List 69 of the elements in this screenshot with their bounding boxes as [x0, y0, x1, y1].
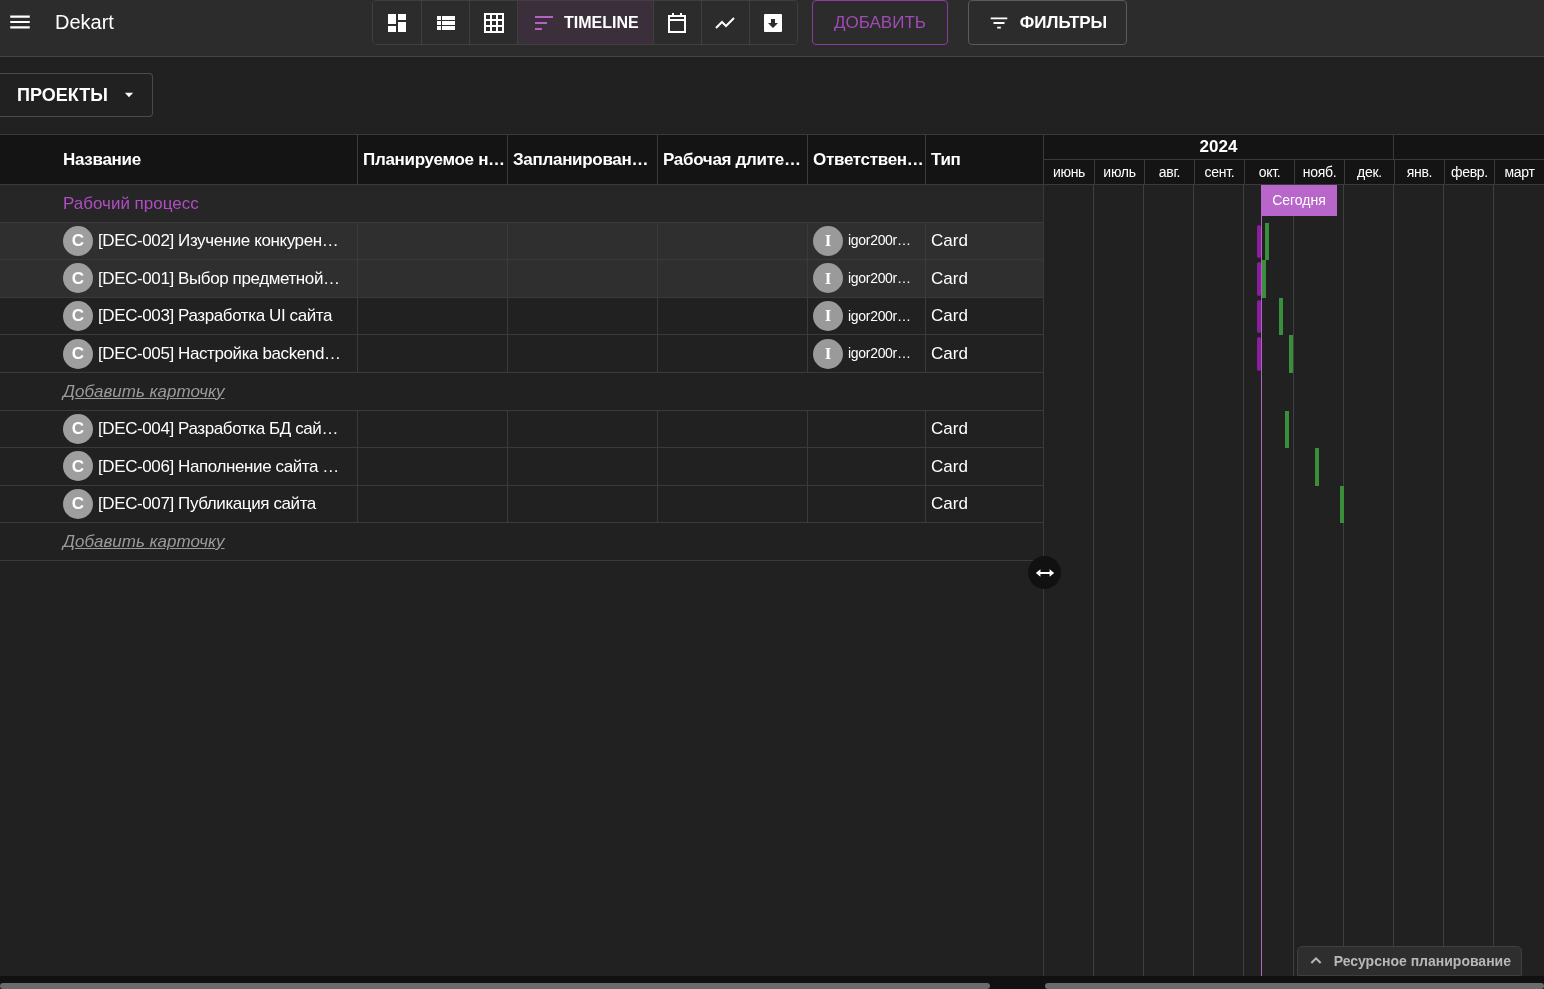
- assignee-name: igor200r…: [848, 231, 911, 251]
- month-label: июнь: [1052, 162, 1086, 182]
- resource-planning-button[interactable]: Ресурсное планирование: [1296, 946, 1522, 976]
- card-avatar: C: [63, 225, 93, 256]
- card-title[interactable]: [DEC-002] Изучение конкурен…: [98, 228, 339, 254]
- card-type: Card: [931, 230, 968, 253]
- projects-dropdown[interactable]: ПРОЕКТЫ: [0, 73, 153, 117]
- month-label: сент.: [1204, 162, 1235, 182]
- view-tab[interactable]: TIMELINE: [517, 1, 653, 44]
- grid-icon: [481, 10, 506, 35]
- assignee-name: igor200r…: [848, 306, 911, 326]
- card-title[interactable]: [DEC-004] Разработка БД сай…: [98, 416, 339, 442]
- group-title: Рабочий процесс: [63, 192, 199, 215]
- month-label: дек.: [1357, 162, 1382, 182]
- add-card-link[interactable]: Добавить карточку: [63, 378, 225, 404]
- card-type: Card: [931, 418, 968, 441]
- card-title[interactable]: [DEC-006] Наполнение сайта …: [98, 453, 339, 480]
- app-title: Dekart: [55, 9, 114, 35]
- card-avatar: C: [63, 338, 93, 369]
- start-marker: [1257, 337, 1261, 371]
- card-type: Card: [931, 455, 968, 478]
- month-label: июль: [1103, 162, 1136, 182]
- card-title[interactable]: [DEC-001] Выбор предметной…: [98, 265, 340, 292]
- start-marker: [1257, 262, 1261, 296]
- today-label: Сегодня: [1261, 185, 1337, 216]
- card-avatar: C: [63, 263, 93, 294]
- column-header[interactable]: Планируемое н…: [363, 146, 505, 173]
- column-header[interactable]: Ответствен…: [813, 146, 924, 173]
- add-card-link[interactable]: Добавить карточку: [63, 528, 225, 555]
- view-tab[interactable]: [748, 1, 797, 44]
- card-type: Card: [931, 342, 968, 365]
- assignee-name: igor200r…: [848, 344, 911, 364]
- task-bar: [1285, 410, 1289, 449]
- card-avatar: C: [63, 489, 93, 520]
- task-bar: [1315, 448, 1319, 486]
- task-bar: [1279, 297, 1283, 336]
- month-label: янв.: [1406, 162, 1433, 182]
- user-avatar: I: [813, 263, 843, 294]
- month-label: авг.: [1158, 162, 1181, 182]
- card-avatar: C: [63, 301, 93, 332]
- task-bar: [1289, 335, 1293, 373]
- scrollbar-thumb[interactable]: [1045, 983, 1544, 989]
- month-label: окт.: [1258, 162, 1281, 182]
- start-marker: [1257, 224, 1261, 259]
- month-label: нояб.: [1302, 162, 1337, 182]
- column-header[interactable]: Запланирован…: [513, 146, 649, 173]
- year-label: 2024: [1199, 136, 1238, 159]
- column-header[interactable]: Название: [63, 146, 141, 173]
- card-title[interactable]: [DEC-005] Настройка backend…: [98, 340, 341, 367]
- start-marker: [1257, 299, 1261, 334]
- column-header[interactable]: Тип: [931, 146, 961, 173]
- scrollbar-thumb[interactable]: [0, 983, 990, 989]
- card-title[interactable]: [DEC-003] Разработка UI сайта: [98, 303, 333, 329]
- user-avatar: I: [813, 338, 843, 369]
- card-title[interactable]: [DEC-007] Публикация сайта: [98, 491, 316, 517]
- user-avatar: I: [813, 301, 843, 332]
- card-avatar: C: [63, 413, 93, 444]
- assignee-name: igor200r…: [848, 269, 911, 288]
- card-type: Card: [931, 493, 968, 516]
- card-type: Card: [931, 267, 968, 290]
- month-label: февр.: [1451, 162, 1488, 182]
- month-label: март: [1504, 162, 1535, 182]
- filters-button[interactable]: ФИЛЬТРЫ: [968, 0, 1127, 45]
- card-type: Card: [931, 305, 968, 328]
- column-header[interactable]: Рабочая длите…: [663, 146, 801, 173]
- card-avatar: C: [63, 451, 93, 482]
- resize-handle[interactable]: [1028, 556, 1061, 589]
- user-avatar: I: [813, 225, 843, 256]
- task-bar: [1340, 485, 1344, 524]
